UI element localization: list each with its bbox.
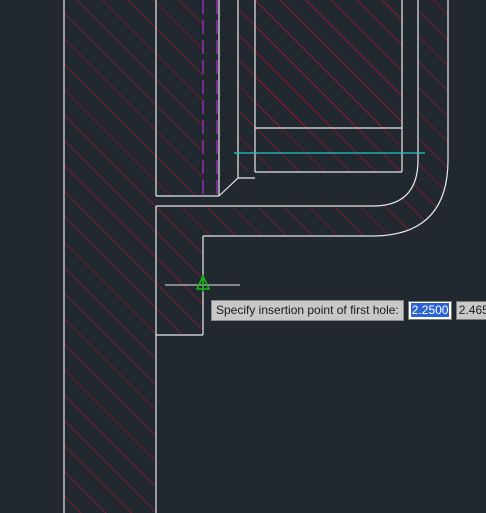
hatch-stem (156, 206, 203, 335)
hatch-left-wall (64, 0, 156, 513)
x-coordinate-value: 2.2500 (410, 303, 450, 317)
hole-centerlines (202, 0, 218, 196)
y-coordinate-input[interactable]: 2.465 (455, 301, 486, 320)
x-coordinate-input[interactable]: 2.2500 (407, 301, 452, 320)
dynamic-input-tooltip: Specify insertion point of first hole: 2… (211, 300, 486, 321)
command-prompt-label: Specify insertion point of first hole: (211, 300, 404, 321)
drawing-canvas[interactable] (0, 0, 486, 513)
hatch-middle-column (156, 0, 203, 196)
hatch-inner-block (255, 0, 403, 128)
